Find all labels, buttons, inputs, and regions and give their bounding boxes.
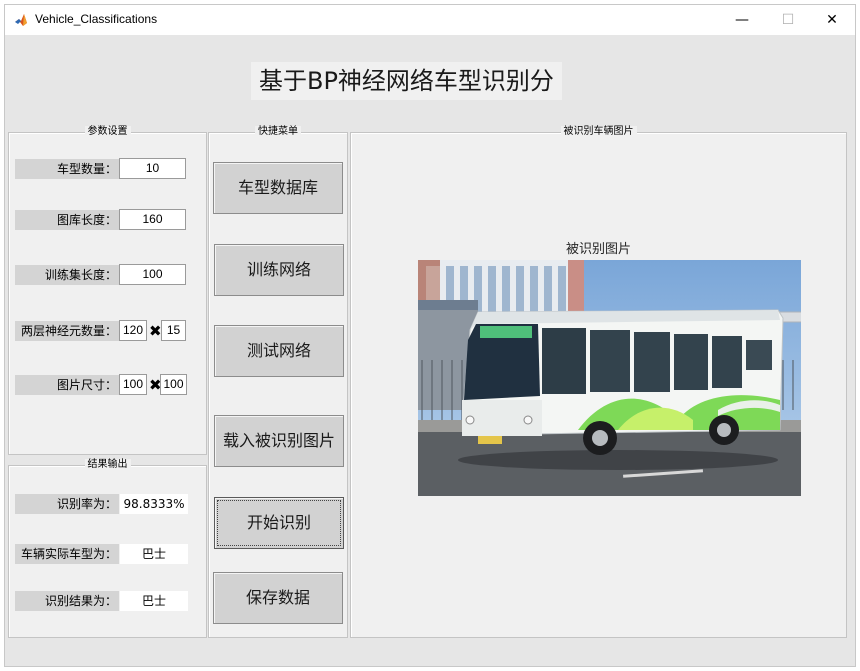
train-network-button[interactable]: 训练网络 xyxy=(214,244,344,296)
menu-panel-title: 快捷菜单 xyxy=(255,126,301,137)
city-bus-photo xyxy=(418,260,801,496)
recognition-rate-value: 98.8333% xyxy=(120,494,188,514)
minimize-button[interactable]: — xyxy=(719,5,765,35)
page-title: 基于BP神经网络车型识别分 xyxy=(251,62,562,100)
vehicle-database-button[interactable]: 车型数据库 xyxy=(213,162,343,214)
recognized-image-axes xyxy=(418,260,801,496)
recognition-result-label: 识别结果为： xyxy=(15,591,119,611)
image-size-label: 图片尺寸： xyxy=(15,375,119,395)
figure-client-area: 基于BP神经网络车型识别分 参数设置 车型数量： 10 图库长度： 160 训练… xyxy=(5,35,855,666)
image-size-height-input[interactable]: 100 xyxy=(160,374,187,395)
library-length-input[interactable]: 160 xyxy=(119,209,186,230)
training-set-length-input[interactable]: 100 xyxy=(119,264,186,285)
save-data-button[interactable]: 保存数据 xyxy=(213,572,343,624)
param-panel-title: 参数设置 xyxy=(84,126,131,137)
param-settings-panel: 参数设置 车型数量： 10 图库长度： 160 训练集长度： 100 两层神经元… xyxy=(8,126,207,455)
test-network-button[interactable]: 测试网络 xyxy=(214,325,344,377)
shortcut-menu-panel: 快捷菜单 车型数据库 训练网络 测试网络 载入被识别图片 开始识别 保存数据 xyxy=(208,126,348,638)
image-size-width-input[interactable]: 100 xyxy=(119,374,147,395)
multiply-icon: ✖ xyxy=(149,322,162,340)
window-title: Vehicle_Classifications xyxy=(35,12,158,26)
maximize-button[interactable]: ☐ xyxy=(765,5,811,35)
recognition-result-value: 巴士 xyxy=(120,591,188,611)
title-bar[interactable]: Vehicle_Classifications — ☐ ✕ xyxy=(5,5,855,35)
start-recognition-button[interactable]: 开始识别 xyxy=(214,497,344,549)
result-panel-title: 结果输出 xyxy=(84,459,131,470)
close-button[interactable]: ✕ xyxy=(809,5,855,35)
vehicle-count-label: 车型数量： xyxy=(15,159,119,179)
matlab-logo-icon xyxy=(15,14,27,26)
vehicle-count-input[interactable]: 10 xyxy=(119,158,186,179)
recognition-rate-label: 识别率为： xyxy=(15,494,119,514)
training-set-length-label: 训练集长度： xyxy=(15,265,119,285)
actual-vehicle-type-label: 车辆实际车型为： xyxy=(15,544,119,564)
plot-title: 被识别图片 xyxy=(565,242,631,257)
image-panel-title: 被识别车辆图片 xyxy=(560,126,637,137)
neuron-count-layer1-input[interactable]: 120 xyxy=(119,320,147,341)
recognized-image-panel: 被识别车辆图片 被识别图片 xyxy=(350,126,847,638)
result-output-panel: 结果输出 识别率为： 98.8333% 车辆实际车型为： 巴士 识别结果为： 巴… xyxy=(8,459,207,638)
load-image-button[interactable]: 载入被识别图片 xyxy=(214,415,344,467)
actual-vehicle-type-value: 巴士 xyxy=(120,544,188,564)
neuron-count-label: 两层神经元数量： xyxy=(15,321,119,341)
neuron-count-layer2-input[interactable]: 15 xyxy=(161,320,186,341)
app-window: Vehicle_Classifications — ☐ ✕ 基于BP神经网络车型… xyxy=(4,4,856,667)
library-length-label: 图库长度： xyxy=(15,210,119,230)
